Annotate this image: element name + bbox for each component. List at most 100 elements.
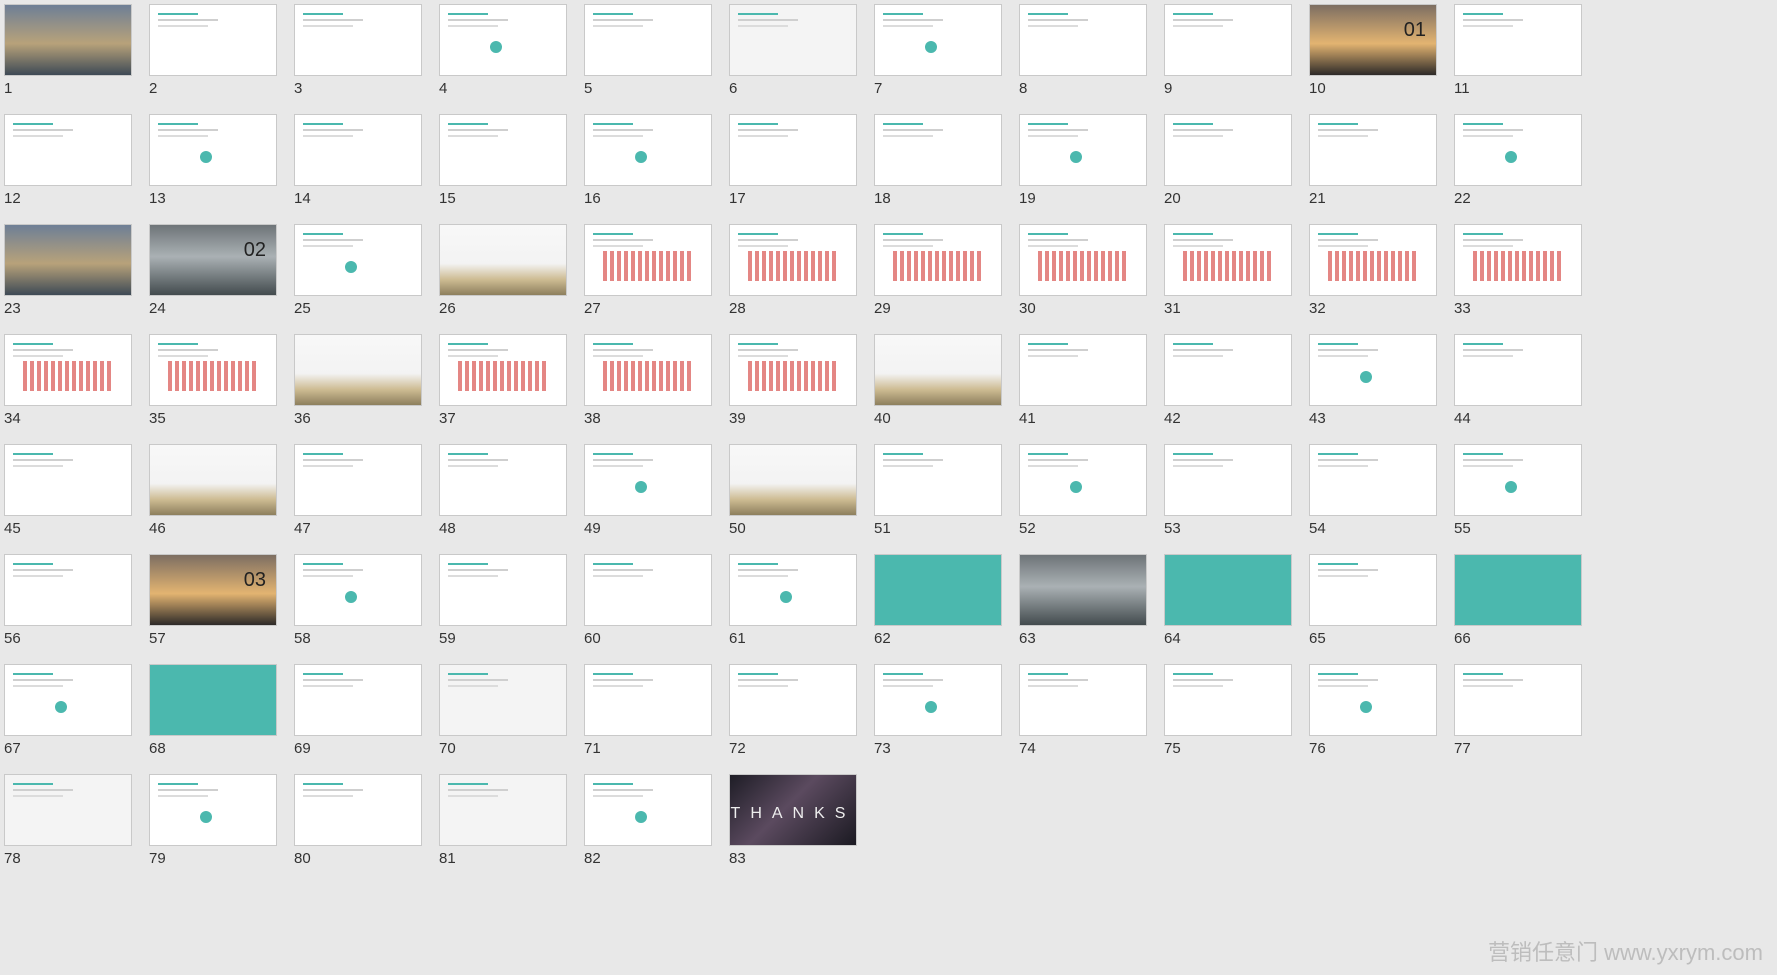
slide-thumbnail[interactable] (729, 4, 857, 76)
slide-thumbnail[interactable] (1164, 664, 1292, 736)
slide-cell-4[interactable]: 4 (439, 4, 569, 97)
slide-cell-15[interactable]: 15 (439, 114, 569, 207)
slide-thumbnail[interactable] (4, 224, 132, 296)
slide-cell-55[interactable]: 55 (1454, 444, 1584, 537)
slide-thumbnail[interactable] (1309, 224, 1437, 296)
slide-cell-49[interactable]: 49 (584, 444, 714, 537)
slide-cell-60[interactable]: 60 (584, 554, 714, 647)
slide-thumbnail[interactable] (584, 554, 712, 626)
slide-cell-68[interactable]: 68 (149, 664, 279, 757)
slide-thumbnail[interactable] (729, 224, 857, 296)
slide-cell-37[interactable]: 37 (439, 334, 569, 427)
slide-thumbnail[interactable] (439, 334, 567, 406)
slide-cell-78[interactable]: 78 (4, 774, 134, 867)
slide-thumbnail[interactable] (4, 334, 132, 406)
slide-thumbnail[interactable] (1309, 554, 1437, 626)
slide-thumbnail[interactable] (4, 554, 132, 626)
slide-cell-52[interactable]: 52 (1019, 444, 1149, 537)
slide-cell-71[interactable]: 71 (584, 664, 714, 757)
slide-thumbnail[interactable] (729, 554, 857, 626)
slide-thumbnail[interactable] (1019, 4, 1147, 76)
slide-thumbnail[interactable] (1454, 114, 1582, 186)
slide-cell-44[interactable]: 44 (1454, 334, 1584, 427)
slide-thumbnail[interactable] (729, 444, 857, 516)
slide-cell-20[interactable]: 20 (1164, 114, 1294, 207)
slide-cell-51[interactable]: 51 (874, 444, 1004, 537)
slide-thumbnail[interactable] (294, 224, 422, 296)
slide-thumbnail[interactable] (1164, 114, 1292, 186)
slide-cell-19[interactable]: 19 (1019, 114, 1149, 207)
slide-thumbnail[interactable] (1454, 334, 1582, 406)
slide-thumbnail[interactable] (294, 334, 422, 406)
slide-thumbnail[interactable] (294, 774, 422, 846)
slide-thumbnail[interactable] (874, 224, 1002, 296)
slide-cell-29[interactable]: 29 (874, 224, 1004, 317)
slide-cell-14[interactable]: 14 (294, 114, 424, 207)
slide-thumbnail[interactable] (584, 224, 712, 296)
slide-thumbnail[interactable] (149, 444, 277, 516)
slide-cell-43[interactable]: 43 (1309, 334, 1439, 427)
slide-cell-17[interactable]: 17 (729, 114, 859, 207)
slide-thumbnail[interactable] (874, 334, 1002, 406)
slide-thumbnail[interactable] (874, 114, 1002, 186)
slide-thumbnail[interactable] (4, 774, 132, 846)
slide-cell-25[interactable]: 25 (294, 224, 424, 317)
slide-thumbnail[interactable] (1309, 114, 1437, 186)
slide-thumbnail[interactable] (1019, 664, 1147, 736)
slide-thumbnail[interactable] (294, 4, 422, 76)
slide-thumbnail[interactable] (729, 664, 857, 736)
slide-thumbnail[interactable] (4, 444, 132, 516)
slide-cell-27[interactable]: 27 (584, 224, 714, 317)
slide-thumbnail[interactable] (149, 334, 277, 406)
slide-cell-23[interactable]: 23 (4, 224, 134, 317)
slide-cell-35[interactable]: 35 (149, 334, 279, 427)
slide-thumbnail[interactable] (439, 224, 567, 296)
slide-cell-11[interactable]: 11 (1454, 4, 1584, 97)
slide-cell-65[interactable]: 65 (1309, 554, 1439, 647)
slide-thumbnail[interactable] (294, 114, 422, 186)
slide-cell-66[interactable]: 66 (1454, 554, 1584, 647)
slide-thumbnail[interactable]: 02 (149, 224, 277, 296)
slide-thumbnail[interactable] (1454, 444, 1582, 516)
slide-thumbnail[interactable] (1454, 664, 1582, 736)
slide-thumbnail[interactable] (439, 114, 567, 186)
slide-cell-32[interactable]: 32 (1309, 224, 1439, 317)
slide-cell-58[interactable]: 58 (294, 554, 424, 647)
slide-cell-67[interactable]: 67 (4, 664, 134, 757)
slide-thumbnail[interactable] (1164, 224, 1292, 296)
slide-cell-8[interactable]: 8 (1019, 4, 1149, 97)
slide-thumbnail[interactable] (4, 4, 132, 76)
slide-thumbnail[interactable] (1164, 4, 1292, 76)
slide-thumbnail[interactable] (149, 114, 277, 186)
slide-thumbnail[interactable] (294, 664, 422, 736)
slide-thumbnail[interactable] (294, 444, 422, 516)
slide-cell-64[interactable]: 64 (1164, 554, 1294, 647)
slide-thumbnail[interactable] (1019, 444, 1147, 516)
slide-thumbnail[interactable]: THANKS (729, 774, 857, 846)
slide-thumbnail[interactable] (584, 444, 712, 516)
slide-cell-73[interactable]: 73 (874, 664, 1004, 757)
slide-cell-36[interactable]: 36 (294, 334, 424, 427)
slide-thumbnail[interactable] (1309, 444, 1437, 516)
slide-cell-59[interactable]: 59 (439, 554, 569, 647)
slide-thumbnail[interactable] (1164, 444, 1292, 516)
slide-cell-10[interactable]: 01 10 (1309, 4, 1439, 97)
slide-thumbnail[interactable] (439, 554, 567, 626)
slide-cell-1[interactable]: 1 (4, 4, 134, 97)
slide-cell-33[interactable]: 33 (1454, 224, 1584, 317)
slide-cell-61[interactable]: 61 (729, 554, 859, 647)
slide-thumbnail[interactable] (1164, 554, 1292, 626)
slide-cell-18[interactable]: 18 (874, 114, 1004, 207)
slide-cell-57[interactable]: 03 57 (149, 554, 279, 647)
slide-cell-30[interactable]: 30 (1019, 224, 1149, 317)
slide-thumbnail[interactable]: 03 (149, 554, 277, 626)
slide-cell-34[interactable]: 34 (4, 334, 134, 427)
slide-cell-74[interactable]: 74 (1019, 664, 1149, 757)
slide-thumbnail[interactable] (439, 664, 567, 736)
slide-thumbnail[interactable] (1019, 334, 1147, 406)
slide-cell-24[interactable]: 02 24 (149, 224, 279, 317)
slide-cell-56[interactable]: 56 (4, 554, 134, 647)
slide-thumbnail[interactable] (584, 334, 712, 406)
slide-cell-3[interactable]: 3 (294, 4, 424, 97)
slide-cell-70[interactable]: 70 (439, 664, 569, 757)
